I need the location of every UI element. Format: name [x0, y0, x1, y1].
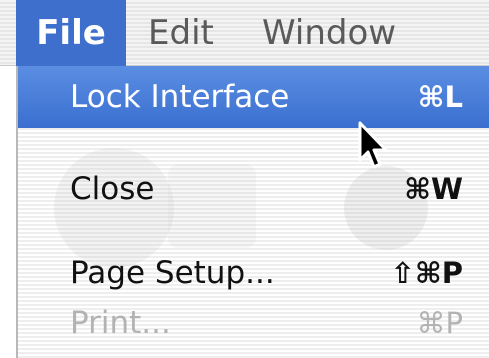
menu-item-label: Lock Interface [70, 79, 290, 115]
menu-item-label: Close [70, 171, 155, 207]
menu-item-shortcut: ⌘L [417, 80, 463, 114]
menu-item-shortcut: ⌘P [416, 306, 464, 340]
mouse-pointer-icon [358, 121, 388, 169]
menu-window[interactable]: Window [262, 0, 396, 66]
menu-item-shortcut: ⌘W [404, 172, 463, 206]
menu-item-label: Print... [70, 305, 171, 341]
menu-separator [18, 136, 489, 137]
menu-edit[interactable]: Edit [148, 0, 214, 66]
menu-item-print: Print... ⌘P [18, 292, 489, 354]
menu-item-lock-interface[interactable]: Lock Interface ⌘L [18, 66, 489, 128]
menu-file[interactable]: File [16, 0, 126, 66]
menu-item-close[interactable]: Close ⌘W [18, 158, 489, 220]
menu-bar: File Edit Window [0, 0, 489, 66]
file-menu-dropdown: Lock Interface ⌘L Close ⌘W Page Setup...… [16, 66, 489, 358]
